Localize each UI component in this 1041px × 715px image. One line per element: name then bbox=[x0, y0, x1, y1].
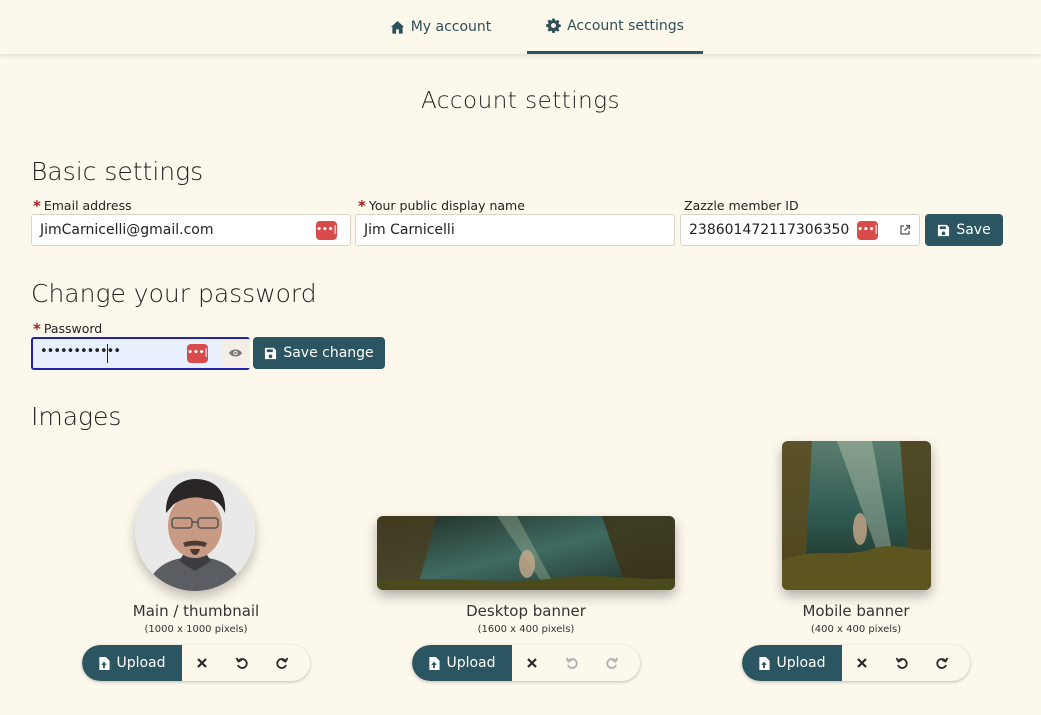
file-upload-icon bbox=[99, 656, 111, 670]
page-title: Account settings bbox=[420, 88, 621, 114]
gear-icon bbox=[546, 18, 561, 33]
member-id-label: Zazzle member ID bbox=[684, 198, 799, 213]
email-field[interactable]: JimCarnicelli@gmail.com bbox=[31, 214, 351, 246]
save-change-button[interactable]: Save change bbox=[253, 337, 385, 369]
external-link-icon[interactable] bbox=[899, 224, 911, 236]
thumbnail-upload-button[interactable]: Upload bbox=[82, 645, 182, 681]
save-button[interactable]: Save bbox=[925, 214, 1003, 246]
floppy-disk-icon bbox=[938, 224, 950, 236]
thumbnail-image bbox=[135, 471, 255, 591]
desktop-banner-undo-button[interactable] bbox=[552, 645, 592, 681]
desktop-banner-upload-button[interactable]: Upload bbox=[412, 645, 512, 681]
eye-icon bbox=[228, 349, 243, 357]
desktop-banner-remove-button[interactable] bbox=[512, 645, 552, 681]
password-manager-icon[interactable]: •••| bbox=[316, 221, 337, 240]
desktop-banner-toolbar: Upload bbox=[412, 645, 640, 681]
desktop-banner-redo-button[interactable] bbox=[592, 645, 632, 681]
file-upload-icon bbox=[759, 656, 771, 670]
text-cursor bbox=[107, 344, 108, 363]
email-label: * Email address bbox=[33, 196, 132, 215]
required-asterisk: * bbox=[33, 196, 41, 215]
tab-my-account-label: My account bbox=[410, 19, 492, 35]
change-password-heading: Change your password bbox=[31, 279, 317, 308]
mobile-banner-upload-button[interactable]: Upload bbox=[742, 645, 842, 681]
mobile-banner-undo-button[interactable] bbox=[882, 645, 922, 681]
thumbnail-toolbar: Upload bbox=[82, 645, 310, 681]
tab-account-settings[interactable]: Account settings bbox=[527, 0, 703, 54]
close-icon bbox=[857, 658, 867, 668]
redo-icon bbox=[276, 657, 289, 669]
toggle-visibility-button[interactable] bbox=[221, 339, 250, 368]
top-nav: My account Account settings bbox=[0, 0, 1041, 54]
images-heading: Images bbox=[31, 402, 122, 431]
display-name-field[interactable]: Jim Carnicelli bbox=[355, 214, 675, 246]
undo-icon bbox=[235, 657, 248, 669]
floppy-disk-icon bbox=[265, 347, 277, 359]
required-asterisk: * bbox=[358, 196, 366, 215]
redo-icon bbox=[936, 657, 949, 669]
thumbnail-redo-button[interactable] bbox=[262, 645, 302, 681]
thumbnail-remove-button[interactable] bbox=[182, 645, 222, 681]
thumbnail-undo-button[interactable] bbox=[222, 645, 262, 681]
mobile-banner-image bbox=[782, 441, 931, 590]
desktop-banner-image bbox=[377, 516, 675, 590]
mobile-banner-toolbar: Upload bbox=[742, 645, 970, 681]
password-manager-icon[interactable]: •••| bbox=[857, 221, 878, 240]
thumbnail-size: (1000 x 1000 pixels) bbox=[144, 624, 248, 635]
thumbnail-caption: Main / thumbnail bbox=[132, 602, 260, 620]
display-name-label: * Your public display name bbox=[358, 196, 525, 215]
tab-my-account[interactable]: My account bbox=[378, 0, 503, 54]
redo-icon bbox=[606, 657, 619, 669]
required-asterisk: * bbox=[33, 319, 41, 338]
basic-settings-heading: Basic settings bbox=[31, 157, 204, 186]
mobile-banner-caption: Mobile banner bbox=[802, 602, 910, 620]
password-field[interactable]: •••••••••••• bbox=[31, 337, 250, 370]
password-manager-icon[interactable]: •••| bbox=[187, 344, 208, 363]
desktop-banner-size: (1600 x 400 pixels) bbox=[477, 624, 575, 635]
tab-account-settings-label: Account settings bbox=[567, 17, 684, 34]
undo-icon bbox=[565, 657, 578, 669]
member-id-field: 238601472117306350 bbox=[680, 214, 920, 246]
desktop-banner-caption: Desktop banner bbox=[466, 602, 586, 620]
mobile-banner-size: (400 x 400 pixels) bbox=[810, 624, 902, 635]
mobile-banner-redo-button[interactable] bbox=[922, 645, 962, 681]
password-label: * Password bbox=[33, 319, 103, 338]
home-icon bbox=[390, 20, 404, 34]
undo-icon bbox=[895, 657, 908, 669]
file-upload-icon bbox=[429, 656, 441, 670]
close-icon bbox=[197, 658, 207, 668]
close-icon bbox=[527, 658, 537, 668]
mobile-banner-remove-button[interactable] bbox=[842, 645, 882, 681]
